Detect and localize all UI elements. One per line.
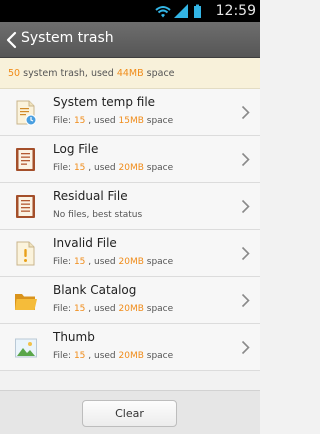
status-icons — [152, 3, 222, 19]
summary-text-middle: system trash, used — [20, 68, 117, 79]
file-size: 20MB — [118, 304, 144, 314]
used-label: , used — [85, 116, 119, 126]
summary-text-end: space — [143, 68, 175, 79]
file-size: 20MB — [118, 163, 144, 173]
file-count: 15 — [73, 304, 86, 314]
list-item-meta: File: 15 , used 20MB space — [53, 257, 173, 267]
summary-size: 44MB — [116, 68, 144, 79]
file-size: 15MB — [118, 116, 144, 126]
status-clock: 12:59 — [215, 3, 256, 19]
chevron-right-icon — [241, 293, 250, 308]
list-item-meta: File: 15 , used 15MB space — [53, 116, 173, 126]
used-label: , used — [85, 304, 119, 314]
used-label: , used — [85, 163, 119, 173]
list-item-meta: File: 15 , used 20MB space — [53, 351, 173, 361]
trash-category-list: System temp file File: 15 , used 15MB sp… — [0, 89, 260, 371]
folder-icon — [14, 288, 38, 314]
space-label: space — [143, 257, 174, 267]
chevron-right-icon — [241, 105, 250, 120]
list-item-title: System temp file — [53, 95, 156, 109]
space-label: space — [143, 163, 174, 173]
list-item-title: Log File — [53, 142, 99, 156]
chevron-right-icon — [241, 246, 250, 261]
summary-count: 50 — [8, 68, 21, 79]
file-label: File: — [53, 163, 74, 173]
chevron-right-icon — [241, 152, 250, 167]
space-label: space — [143, 116, 174, 126]
list-item-meta: File: 15 , used 20MB space — [53, 304, 173, 314]
file-count: 15 — [73, 351, 86, 361]
file-label: File: — [53, 116, 74, 126]
file-count: 15 — [73, 163, 86, 173]
list-item-system-temp-file[interactable]: System temp file File: 15 , used 15MB sp… — [0, 89, 260, 136]
list-item-title: Thumb — [53, 330, 95, 344]
chevron-right-icon — [241, 199, 250, 214]
file-label: File: — [53, 351, 74, 361]
list-item-blank-catalog[interactable]: Blank Catalog File: 15 , used 20MB space — [0, 277, 260, 324]
file-label: File: — [53, 304, 74, 314]
summary-banner: 50 system trash, used 44MB space — [0, 58, 260, 89]
battery-icon — [194, 4, 201, 18]
list-item-meta: File: 15 , used 20MB space — [53, 163, 173, 173]
list-item-title: Blank Catalog — [53, 283, 137, 297]
clear-button[interactable]: Clear — [82, 400, 177, 427]
residual-file-icon — [14, 194, 38, 220]
list-item-title: Invalid File — [53, 236, 117, 250]
used-label: , used — [85, 257, 119, 267]
bottom-action-bar: Clear — [0, 390, 260, 434]
chevron-right-icon — [241, 340, 250, 355]
image-thumbnail-icon — [14, 335, 38, 361]
signal-icon — [174, 4, 188, 18]
status-bar: 12:59 — [0, 0, 260, 22]
file-count: 15 — [73, 257, 86, 267]
file-count: 15 — [73, 116, 86, 126]
file-size: 20MB — [118, 257, 144, 267]
invalid-file-icon — [14, 241, 38, 267]
space-label: space — [143, 351, 174, 361]
list-item-invalid-file[interactable]: Invalid File File: 15 , used 20MB space — [0, 230, 260, 277]
title-bar: System trash — [0, 22, 260, 58]
list-item-status: No files, best status — [53, 210, 143, 220]
list-item-thumb[interactable]: Thumb File: 15 , used 20MB space — [0, 324, 260, 371]
list-item-log-file[interactable]: Log File File: 15 , used 20MB space — [0, 136, 260, 183]
space-label: space — [143, 304, 174, 314]
file-size: 20MB — [118, 351, 144, 361]
page-title: System trash — [21, 30, 114, 46]
temp-file-icon — [14, 100, 38, 126]
used-label: , used — [85, 351, 119, 361]
list-item-residual-file[interactable]: Residual File No files, best status — [0, 183, 260, 230]
list-item-title: Residual File — [53, 189, 128, 203]
log-file-icon — [14, 147, 38, 173]
back-chevron-icon[interactable] — [6, 31, 18, 49]
wifi-icon — [155, 6, 171, 18]
file-label: File: — [53, 257, 74, 267]
